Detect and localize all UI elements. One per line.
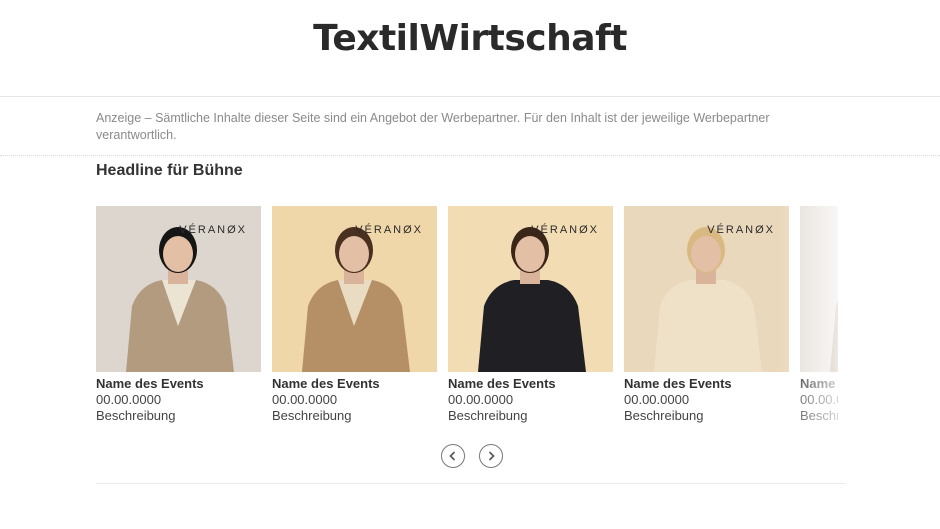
event-date: 00.00.0000 (272, 392, 338, 407)
event-description: Beschreibung (448, 408, 528, 423)
event-card[interactable]: VÉRANØX Name des Events00.00.0000Beschrei… (272, 206, 437, 424)
event-description: Beschreibung (624, 408, 704, 423)
divider (96, 483, 846, 484)
event-title: Name des Events (624, 376, 732, 391)
event-date: 00.00.0000 (448, 392, 514, 407)
carousel-next-button[interactable] (479, 444, 503, 468)
event-description: Beschreibung (96, 408, 176, 423)
event-card[interactable]: VÉRANØX Name des Events00.00.0000Beschrei… (624, 206, 789, 424)
event-image: VÉRANØX (624, 206, 789, 372)
event-title: Name des Events (448, 376, 556, 391)
brand-logo: VÉRANØX (531, 224, 599, 236)
stage-headline: Headline für Bühne (96, 162, 243, 179)
event-title: Name des Events (96, 376, 204, 391)
ad-disclaimer: Anzeige – Sämtliche Inhalte dieser Seite… (96, 111, 770, 142)
event-carousel: VÉRANØX Name des Events 00.00.0000 Beschrei… (96, 206, 838, 426)
header: TextilWirtschaft (0, 0, 940, 96)
event-image: VÉRANØX (272, 206, 437, 372)
event-card[interactable]: VÉRANØX Name des Events00.00.0000Beschrei… (96, 206, 261, 424)
brand-logo: VÉRANØX (707, 224, 775, 236)
chevron-left-icon (449, 451, 456, 461)
brand-logo: VÉRANØX (179, 224, 247, 236)
event-image: VÉRANØX (96, 206, 261, 372)
event-image: VÉRANØX (448, 206, 613, 372)
divider (0, 96, 940, 97)
carousel-prev-button[interactable] (441, 444, 465, 468)
event-card[interactable]: VÉRANØX Name des Events00.00.0000Beschrei… (448, 206, 613, 424)
chevron-right-icon (488, 451, 495, 461)
carousel-fade-overlay (780, 200, 940, 440)
event-date: 00.00.0000 (96, 392, 162, 407)
event-date: 00.00.0000 (624, 392, 690, 407)
event-description: Beschreibung (272, 408, 352, 423)
site-logo[interactable]: TextilWirtschaft (0, 18, 940, 59)
brand-logo: VÉRANØX (355, 224, 423, 236)
divider (0, 155, 940, 156)
event-title: Name des Events (272, 376, 380, 391)
